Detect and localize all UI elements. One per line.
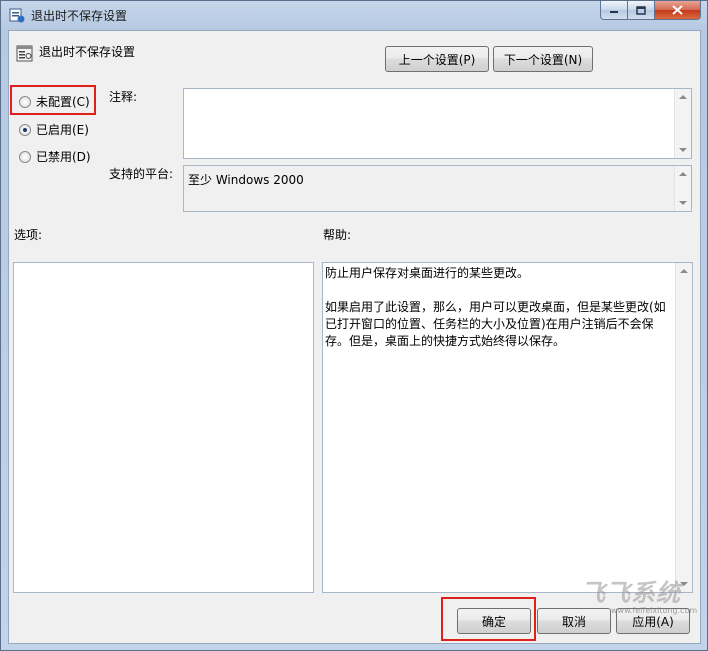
scroll-up-icon[interactable] [679, 172, 687, 176]
scroll-up-icon[interactable] [680, 269, 688, 273]
radio-label: 已启用(E) [36, 123, 89, 137]
window-title: 退出时不保存设置 [31, 9, 128, 23]
close-icon [672, 5, 683, 15]
platform-scrollbar[interactable] [674, 166, 691, 211]
highlight-box [441, 597, 536, 641]
dialog-client: 退出时不保存设置 上一个设置(P) 下一个设置(N) 未配置(C) 已启用(E)… [8, 30, 701, 644]
policy-icon [9, 8, 25, 23]
previous-setting-button[interactable]: 上一个设置(P) [385, 46, 489, 72]
setting-icon [16, 45, 33, 62]
help-label: 帮助: [323, 228, 352, 242]
scroll-up-icon[interactable] [679, 95, 687, 99]
scroll-down-icon[interactable] [680, 582, 688, 586]
comment-scrollbar[interactable] [674, 89, 691, 158]
minimize-button[interactable] [600, 1, 628, 20]
radio-circle-checked[interactable] [19, 123, 31, 136]
options-label: 选项: [14, 228, 43, 242]
highlight-box [10, 85, 96, 115]
radio-enabled[interactable]: 已启用(E) [19, 121, 89, 138]
maximize-button[interactable] [628, 1, 655, 20]
scroll-down-icon[interactable] [679, 201, 687, 205]
close-button[interactable] [655, 1, 701, 20]
platform-label: 支持的平台: [109, 167, 174, 181]
setting-title: 退出时不保存设置 [39, 45, 136, 59]
radio-disabled[interactable]: 已禁用(D) [19, 148, 91, 165]
options-panel[interactable] [13, 262, 314, 593]
maximize-icon [636, 5, 646, 15]
title-bar[interactable]: 退出时不保存设置 [1, 1, 707, 29]
next-setting-button[interactable]: 下一个设置(N) [493, 46, 593, 72]
comment-field[interactable] [183, 88, 692, 159]
dialog-window: 退出时不保存设置 退出时不保存设置 上一个设置(P) 下一个设置(N) 未配置(… [0, 0, 708, 651]
help-text: 防止用户保存对桌面进行的某些更改。 如果启用了此设置，那么，用户可以更改桌面，但… [325, 266, 666, 348]
help-scrollbar[interactable] [675, 263, 692, 592]
help-panel[interactable]: 防止用户保存对桌面进行的某些更改。 如果启用了此设置，那么，用户可以更改桌面，但… [322, 262, 693, 593]
platform-field: 至少 Windows 2000 [183, 165, 692, 212]
cancel-button[interactable]: 取消 [537, 608, 611, 634]
platform-value: 至少 Windows 2000 [188, 173, 304, 187]
radio-circle[interactable] [19, 150, 31, 163]
minimize-icon [610, 11, 618, 13]
apply-button[interactable]: 应用(A) [616, 608, 690, 634]
comment-label: 注释: [109, 90, 138, 104]
scroll-down-icon[interactable] [679, 148, 687, 152]
radio-label: 已禁用(D) [36, 150, 91, 164]
